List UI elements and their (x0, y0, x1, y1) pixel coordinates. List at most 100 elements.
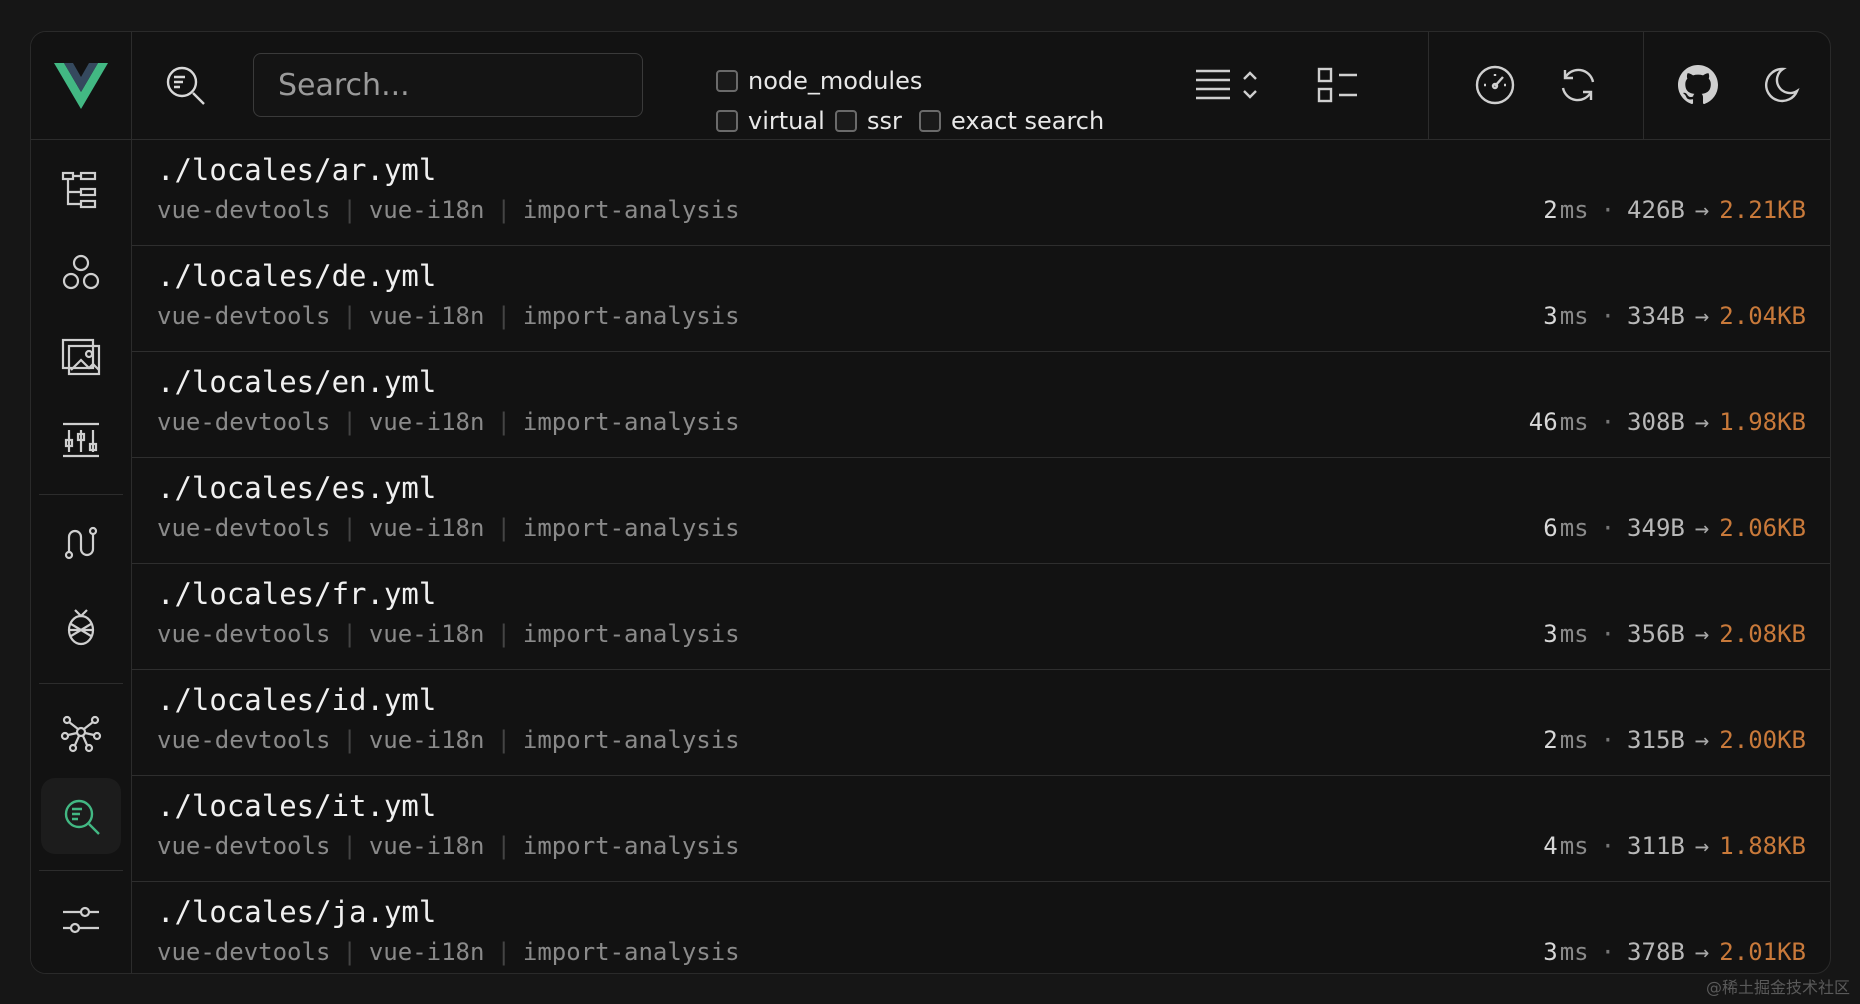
module-path: ./locales/ar.yml (157, 153, 437, 187)
sidebar-item-overview[interactable] (41, 152, 121, 228)
sidebar-item-graph[interactable] (41, 694, 121, 770)
module-row[interactable]: ./locales/de.yml vue-devtools | vue-i18n | im… (132, 246, 1830, 352)
arrow-icon: → (1694, 938, 1710, 966)
stats-separator: · (1600, 408, 1616, 436)
arrow-icon: → (1694, 302, 1710, 330)
module-plugins: vue-devtools | vue-i18n | import-analysis (157, 514, 740, 542)
filter-node-modules[interactable]: node_modules (716, 65, 922, 97)
plugin-separator: | (342, 514, 357, 542)
stats-separator: · (1600, 196, 1616, 224)
module-path: ./locales/ja.yml (157, 895, 437, 929)
plugin-separator: | (496, 620, 511, 648)
module-path: ./locales/de.yml (157, 259, 437, 293)
sidebar-item-timeline[interactable] (41, 400, 121, 476)
module-row[interactable]: ./locales/fr.yml vue-devtools | vue-i18n | im… (132, 564, 1830, 670)
module-stats: 3 ms · 356B → 2.08KB (1543, 620, 1806, 648)
metrics-button[interactable] (1472, 62, 1518, 108)
module-plugins: vue-devtools | vue-i18n | import-analysis (157, 832, 740, 860)
sort-order-button[interactable] (1192, 62, 1268, 108)
list-view-icon (1317, 67, 1357, 103)
output-size: 2.08KB (1719, 620, 1806, 648)
module-plugins: vue-devtools | vue-i18n | import-analysis (157, 726, 740, 754)
logo[interactable] (31, 32, 131, 140)
source-size: 349B (1627, 514, 1685, 542)
file-tree-icon (61, 171, 97, 209)
time-unit: ms (1559, 726, 1589, 754)
plugin-name: vue-i18n (368, 514, 485, 542)
sidebar-divider (39, 870, 123, 871)
plugin-name: vue-i18n (368, 832, 485, 860)
stats-separator: · (1600, 620, 1616, 648)
source-size: 426B (1627, 196, 1685, 224)
timeline-icon (63, 422, 99, 458)
output-size: 2.06KB (1719, 514, 1806, 542)
sidebar-item-routes[interactable] (41, 505, 121, 581)
sidebar-divider (39, 494, 123, 495)
plugin-separator: | (342, 726, 357, 754)
sidebar-divider (39, 683, 123, 684)
checkbox[interactable] (919, 110, 941, 132)
arrow-icon: → (1694, 196, 1710, 224)
search-input[interactable] (253, 53, 643, 117)
time-unit: ms (1559, 938, 1589, 966)
module-stats: 2 ms · 426B → 2.21KB (1543, 196, 1806, 224)
module-plugins: vue-devtools | vue-i18n | import-analysis (157, 302, 740, 330)
plugin-separator: | (496, 514, 511, 542)
module-row[interactable]: ./locales/ar.yml vue-devtools | vue-i18n | im… (132, 140, 1830, 246)
sidebar-item-components[interactable] (41, 235, 121, 311)
sidebar-item-settings[interactable] (41, 882, 121, 958)
speedometer-icon (1475, 65, 1515, 105)
sidebar-item-assets[interactable] (41, 318, 121, 394)
time-unit: ms (1559, 302, 1589, 330)
plugin-name: import-analysis (522, 196, 740, 224)
sidebar (31, 32, 132, 973)
plugin-separator: | (342, 620, 357, 648)
stats-separator: · (1600, 938, 1616, 966)
source-size: 334B (1627, 302, 1685, 330)
source-size: 356B (1627, 620, 1685, 648)
checkbox[interactable] (716, 110, 738, 132)
github-icon (1678, 65, 1718, 105)
time-unit: ms (1559, 408, 1589, 436)
plugin-name: import-analysis (522, 302, 740, 330)
github-link[interactable] (1675, 62, 1721, 108)
module-row[interactable]: ./locales/en.yml vue-devtools | vue-i18n | im… (132, 352, 1830, 458)
module-stats: 4 ms · 311B → 1.88KB (1543, 832, 1806, 860)
view-mode-button[interactable] (1315, 62, 1361, 108)
theme-toggle-button[interactable] (1758, 62, 1804, 108)
output-size: 1.88KB (1719, 832, 1806, 860)
filter-ssr[interactable]: ssr (835, 105, 902, 137)
refresh-button[interactable] (1555, 62, 1601, 108)
filter-virtual[interactable]: virtual (716, 105, 825, 137)
sidebar-item-pinia[interactable] (41, 588, 121, 664)
output-size: 2.00KB (1719, 726, 1806, 754)
plugin-separator: | (342, 938, 357, 966)
moon-icon (1764, 67, 1800, 103)
checkbox[interactable] (835, 110, 857, 132)
inspect-icon (64, 799, 100, 835)
search-mode-button[interactable] (160, 60, 210, 110)
module-row[interactable]: ./locales/es.yml vue-devtools | vue-i18n | im… (132, 458, 1830, 564)
sidebar-item-inspect[interactable] (41, 778, 121, 854)
module-path: ./locales/it.yml (157, 789, 437, 823)
module-row[interactable]: ./locales/id.yml vue-devtools | vue-i18n | im… (132, 670, 1830, 776)
filter-exact-search[interactable]: exact search (919, 105, 1104, 137)
refresh-icon (1561, 68, 1595, 102)
toolbar-divider (1643, 32, 1644, 139)
transform-time: 46 (1528, 408, 1558, 436)
source-size: 308B (1627, 408, 1685, 436)
module-stats: 2 ms · 315B → 2.00KB (1543, 726, 1806, 754)
arrow-icon: → (1694, 620, 1710, 648)
checkbox[interactable] (716, 70, 738, 92)
module-row[interactable]: ./locales/it.yml vue-devtools | vue-i18n | im… (132, 776, 1830, 882)
transform-time: 3 (1543, 620, 1558, 648)
transform-time: 6 (1543, 514, 1558, 542)
arrow-icon: → (1694, 832, 1710, 860)
module-row[interactable]: ./locales/ja.yml vue-devtools | vue-i18n | im… (132, 882, 1830, 973)
assets-image-icon (61, 338, 101, 376)
module-plugins: vue-devtools | vue-i18n | import-analysis (157, 408, 740, 436)
plugin-name: vue-devtools (157, 408, 331, 436)
plugin-separator: | (496, 726, 511, 754)
plugin-name: import-analysis (522, 620, 740, 648)
plugin-separator: | (496, 196, 511, 224)
